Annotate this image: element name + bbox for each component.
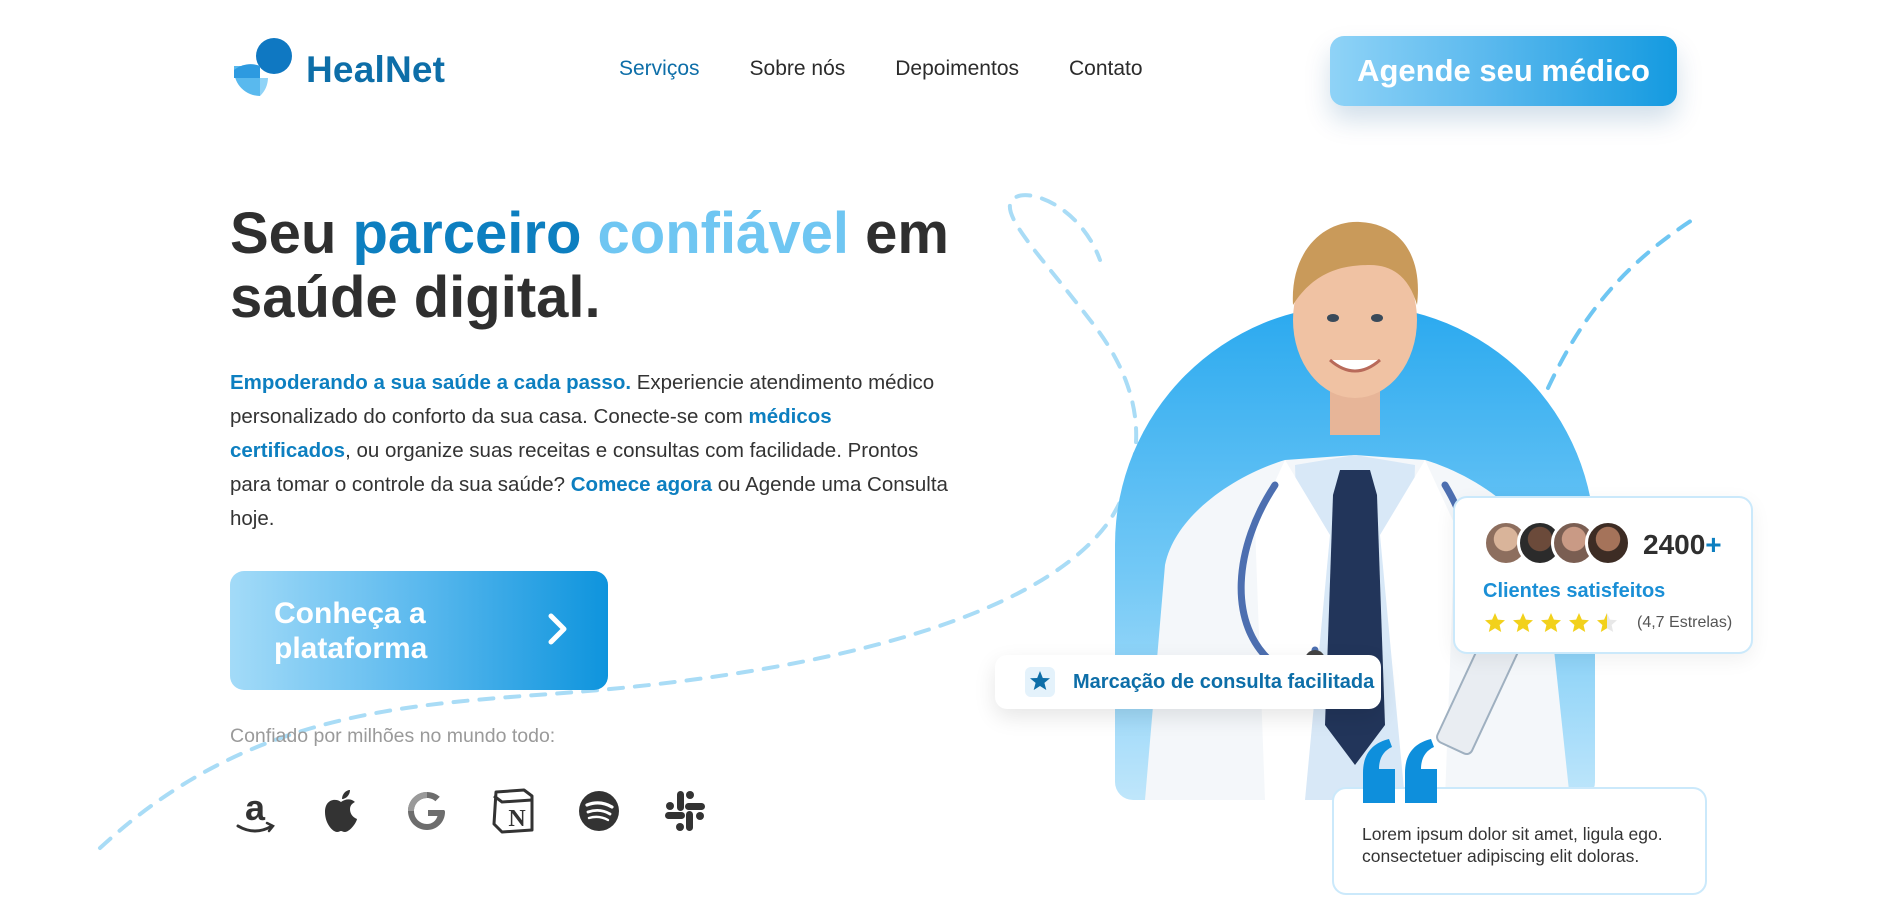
trust-label: Confiado por milhões no mundo todo:	[230, 725, 556, 747]
svg-text:N: N	[508, 806, 526, 832]
hero-title-part1: Seu	[230, 201, 353, 266]
schedule-doctor-button[interactable]: Agende seu médico	[1330, 36, 1677, 106]
landing-page: HealNet Serviços Sobre nós Depoimentos C…	[0, 0, 1899, 908]
amazon-icon: a	[230, 786, 280, 836]
star-icon	[1541, 613, 1561, 632]
testimonial-text: Lorem ipsum dolor sit amet, ligula ego. …	[1362, 824, 1663, 866]
star-half-icon	[1597, 613, 1617, 632]
client-avatars	[1483, 520, 1631, 566]
svg-text:a: a	[245, 787, 266, 828]
star-icon	[1485, 613, 1505, 632]
star-icon	[1513, 613, 1533, 632]
satisfied-clients-label: Clientes satisfeitos	[1483, 580, 1666, 602]
avatar	[1585, 520, 1631, 566]
explore-platform-label: Conheça a plataforma	[274, 596, 428, 665]
spotify-icon	[574, 786, 624, 836]
healnet-logo-icon	[230, 38, 292, 102]
hero-title-highlight-1: parceiro	[352, 201, 582, 266]
brand-name: HealNet	[306, 49, 446, 90]
clients-count: 2400+	[1643, 529, 1722, 561]
easy-booking-badge: Marcação de consulta facilitada	[995, 655, 1381, 709]
hero-title: Seu parceiro confiável em saúde digital.	[230, 202, 970, 330]
hero-title-highlight-2: confiável	[597, 201, 849, 266]
logo[interactable]: HealNet	[230, 38, 445, 102]
nav-item-depoimentos[interactable]: Depoimentos	[895, 57, 1019, 81]
testimonial-card: Lorem ipsum dolor sit amet, ligula ego. …	[1332, 739, 1707, 895]
hero-desc-strong-1: Empoderando a sua saúde a cada passo.	[230, 371, 632, 394]
star-icon	[1569, 613, 1589, 632]
explore-platform-button[interactable]: Conheça a plataforma	[230, 571, 608, 690]
apple-icon	[316, 786, 366, 836]
nav-item-sobre-nos[interactable]: Sobre nós	[750, 57, 846, 81]
slack-icon	[660, 786, 710, 836]
brand-logos: a N	[230, 786, 710, 836]
easy-booking-label: Marcação de consulta facilitada	[1073, 670, 1375, 693]
star-icon	[1025, 667, 1055, 697]
chevron-right-icon	[546, 611, 570, 655]
rating-label: (4,7 Estrelas)	[1637, 614, 1733, 631]
main-nav: Serviços Sobre nós Depoimentos Contato	[619, 57, 1143, 81]
hero-description: Empoderando a sua saúde a cada passo. Ex…	[230, 366, 950, 536]
notion-icon: N	[488, 786, 538, 836]
hero-desc-link-start[interactable]: Comece agora	[571, 473, 712, 496]
google-icon	[402, 786, 452, 836]
nav-item-contato[interactable]: Contato	[1069, 57, 1143, 81]
star-rating: (4,7 Estrelas)	[1483, 611, 1732, 635]
quote-icon	[1363, 739, 1437, 803]
satisfied-clients-card: 2400+ Clientes satisfeitos (4,7 Estrelas…	[1453, 496, 1753, 654]
clients-count-number: 2400	[1643, 529, 1706, 560]
doctor-head	[1292, 221, 1418, 435]
nav-item-servicos[interactable]: Serviços	[619, 57, 700, 81]
clients-count-suffix: +	[1705, 529, 1722, 560]
